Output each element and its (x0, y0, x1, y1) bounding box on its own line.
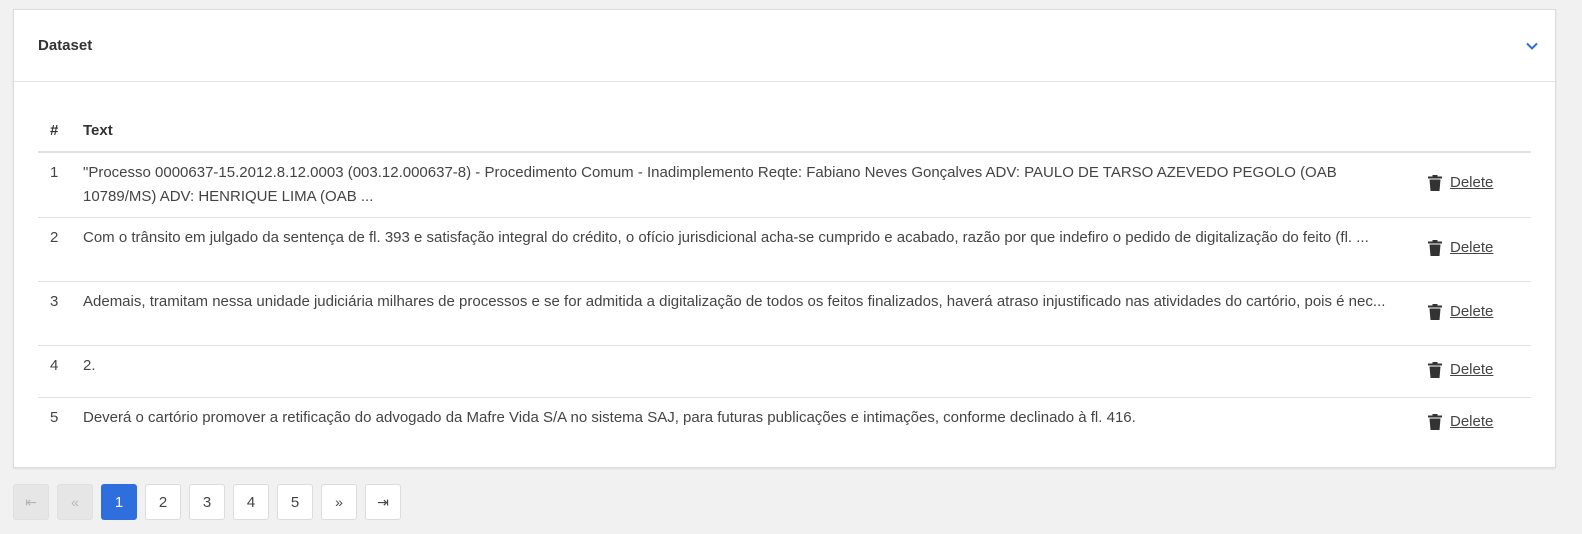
dataset-table: # Text 1 "Processo 0000637-15.2012.8.12.… (38, 110, 1531, 450)
row-number: 5 (50, 409, 59, 426)
row-text: Com o trânsito em julgado da sentença de… (83, 217, 1428, 282)
row-text: 2. (83, 345, 1428, 398)
page-button-4[interactable]: 4 (233, 484, 269, 520)
delete-button[interactable]: Delete (1428, 236, 1493, 260)
page-button-3[interactable]: 3 (189, 484, 225, 520)
chevron-down-icon[interactable] (1525, 39, 1539, 53)
trash-icon (1428, 303, 1442, 320)
delete-label: Delete (1450, 412, 1494, 430)
prev-page-button[interactable]: « (57, 484, 93, 520)
card-title: Dataset (38, 37, 93, 54)
delete-label: Delete (1450, 174, 1494, 191)
table-row: 5 Deverá o cartório promover a retificaç… (38, 398, 1531, 450)
card-body: # Text 1 "Processo 0000637-15.2012.8.12.… (14, 82, 1555, 450)
delete-button[interactable]: Delete (1428, 410, 1493, 434)
header-text: Text (83, 110, 1428, 153)
header-actions (1428, 110, 1531, 153)
table-row: 2 Com o trânsito em julgado da sentença … (38, 217, 1531, 282)
page-button-2[interactable]: 2 (145, 484, 181, 520)
delete-button[interactable]: Delete (1428, 358, 1493, 382)
dataset-card: Dataset # Text 1 "Processo 0000637-15.20… (13, 9, 1556, 468)
last-page-button[interactable]: ⇥ (365, 484, 401, 520)
trash-icon (1428, 239, 1442, 256)
row-text: Ademais, tramitam nessa unidade judiciár… (83, 281, 1428, 346)
table-row: 1 "Processo 0000637-15.2012.8.12.0003 (0… (38, 152, 1531, 218)
page-button-5[interactable]: 5 (277, 484, 313, 520)
header-num: # (38, 110, 83, 153)
table-row: 4 2. Delete (38, 345, 1531, 398)
row-text: "Processo 0000637-15.2012.8.12.0003 (003… (83, 152, 1428, 218)
row-number: 1 (38, 152, 83, 218)
pagination: ⇤ « 1 2 3 4 5 » ⇥ (13, 484, 401, 520)
row-number: 2 (38, 217, 83, 282)
trash-icon (1428, 413, 1442, 430)
page-button-1[interactable]: 1 (101, 484, 137, 520)
card-header[interactable]: Dataset (14, 10, 1555, 82)
delete-button[interactable]: Delete (1428, 300, 1493, 324)
row-text: Deverá o cartório promover a retificação… (83, 409, 1136, 426)
delete-label: Delete (1450, 360, 1494, 378)
delete-label: Delete (1450, 238, 1494, 256)
trash-icon (1428, 175, 1442, 191)
table-row: 3 Ademais, tramitam nessa unidade judici… (38, 281, 1531, 346)
delete-label: Delete (1450, 302, 1494, 320)
first-page-button[interactable]: ⇤ (13, 484, 49, 520)
row-number: 4 (38, 345, 83, 398)
table-header-row: # Text (38, 110, 1531, 153)
delete-button[interactable]: Delete (1428, 171, 1493, 195)
row-number: 3 (38, 281, 83, 346)
trash-icon (1428, 361, 1442, 378)
next-page-button[interactable]: » (321, 484, 357, 520)
